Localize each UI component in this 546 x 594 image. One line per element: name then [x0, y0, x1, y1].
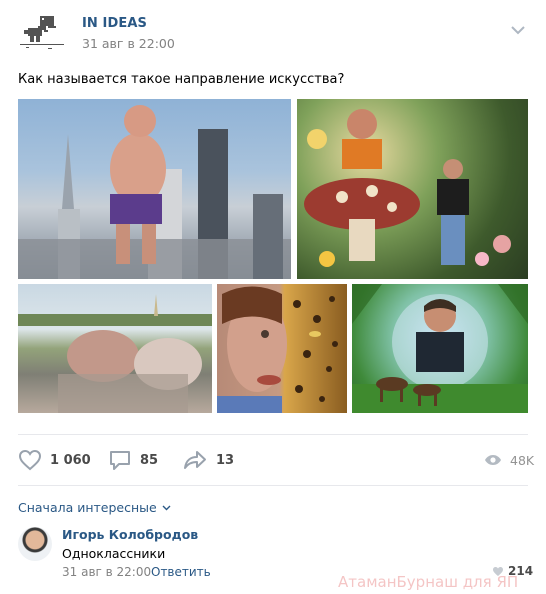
views-counter: 48K	[484, 449, 534, 471]
post-photo-3[interactable]	[18, 284, 212, 413]
share-icon	[184, 451, 206, 469]
views-count: 48K	[510, 452, 535, 468]
share-count: 13	[216, 452, 235, 468]
comment-count: 85	[140, 452, 159, 468]
post-text: Как называется такое направление искусст…	[18, 72, 345, 87]
comment-button[interactable]: 85	[108, 449, 158, 471]
comment-text: Одноклассники	[62, 546, 166, 561]
like-count: 1 060	[50, 452, 91, 468]
heart-icon	[18, 449, 42, 471]
divider	[18, 434, 528, 435]
comments-sort-dropdown[interactable]: Сначала интересные	[18, 500, 171, 515]
comment-date[interactable]: 31 авг в 22:00	[62, 565, 151, 579]
comment-author[interactable]: Игорь Колобродов	[62, 527, 198, 542]
comment-author-avatar[interactable]	[18, 527, 52, 561]
post-photo-2[interactable]	[297, 99, 528, 279]
eye-icon	[485, 455, 501, 465]
comment-reply-link[interactable]: Ответить	[151, 565, 211, 579]
group-avatar[interactable]	[18, 12, 66, 52]
watermark: АтаманБурнаш для ЯП	[338, 573, 519, 591]
post-photo-4[interactable]	[217, 284, 347, 413]
like-button[interactable]: 1 060	[18, 449, 91, 471]
comment-icon	[110, 451, 130, 470]
divider	[18, 485, 528, 486]
comments-sort-label: Сначала интересные	[18, 500, 157, 515]
dino-logo-icon	[20, 16, 64, 49]
post-photo-5[interactable]	[352, 284, 528, 413]
chevron-down-icon	[162, 505, 171, 510]
group-name[interactable]: IN IDEAS	[82, 16, 147, 31]
post-photo-1[interactable]	[18, 99, 291, 279]
post-date[interactable]: 31 авг в 22:00	[82, 36, 175, 51]
post-menu-chevron-icon[interactable]	[510, 20, 526, 35]
share-button[interactable]: 13	[182, 449, 234, 471]
